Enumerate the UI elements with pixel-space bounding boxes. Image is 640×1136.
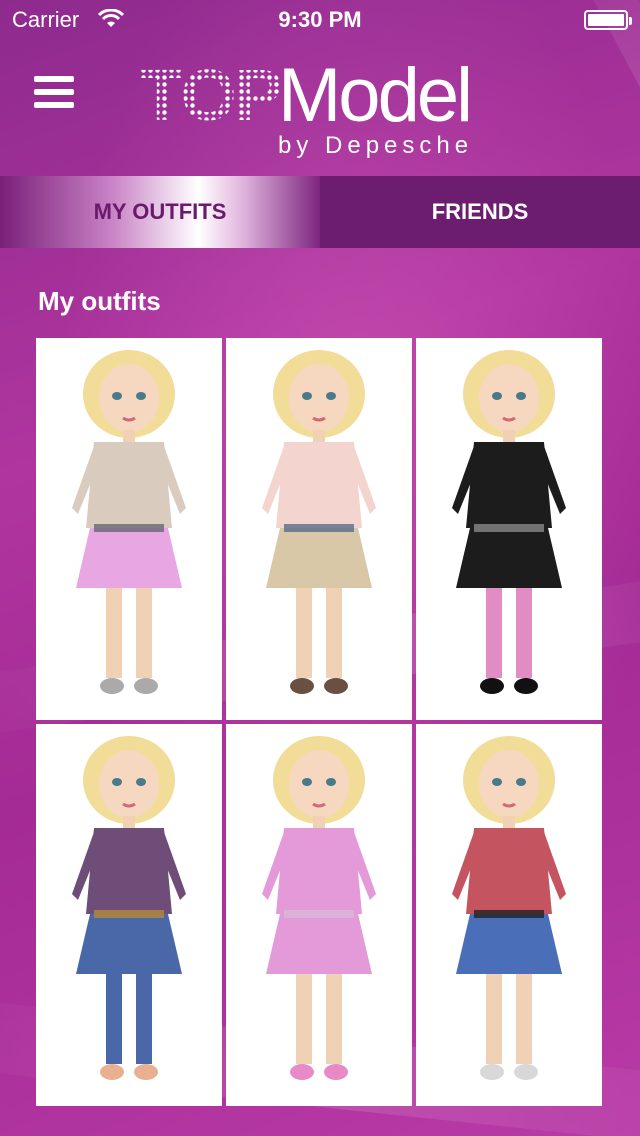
- hamburger-menu-icon[interactable]: [34, 76, 74, 108]
- topmodel-logo: TOP Model by Depesche: [140, 56, 502, 160]
- status-bar: Carrier 9:30 PM: [0, 0, 640, 40]
- outfit-card[interactable]: [226, 724, 412, 1106]
- logo-top-text: TOP: [140, 56, 283, 136]
- logo-by-text: by Depesche: [278, 132, 474, 159]
- model-illustration: [452, 350, 566, 694]
- tab-bar: MY OUTFITS FRIENDS: [0, 176, 640, 248]
- outfit-card[interactable]: [416, 724, 602, 1106]
- outfit-card[interactable]: [226, 338, 412, 720]
- outfit-card[interactable]: [416, 338, 602, 720]
- battery-icon: [584, 10, 632, 30]
- status-time: 9:30 PM: [278, 7, 362, 32]
- model-illustration: [262, 350, 376, 694]
- outfit-card[interactable]: [36, 724, 222, 1106]
- model-illustration: [262, 736, 376, 1080]
- model-illustration: [72, 350, 186, 694]
- tab-my-outfits[interactable]: MY OUTFITS: [0, 176, 320, 248]
- outfit-card[interactable]: [36, 338, 222, 720]
- app-header: TOP Model by Depesche: [0, 40, 640, 176]
- outfit-grid: [36, 338, 604, 1110]
- model-illustration: [452, 736, 566, 1080]
- model-illustration: [72, 736, 186, 1080]
- tab-friends[interactable]: FRIENDS: [320, 176, 640, 248]
- logo-model-text: Model: [278, 53, 473, 138]
- section-title: My outfits: [38, 286, 161, 316]
